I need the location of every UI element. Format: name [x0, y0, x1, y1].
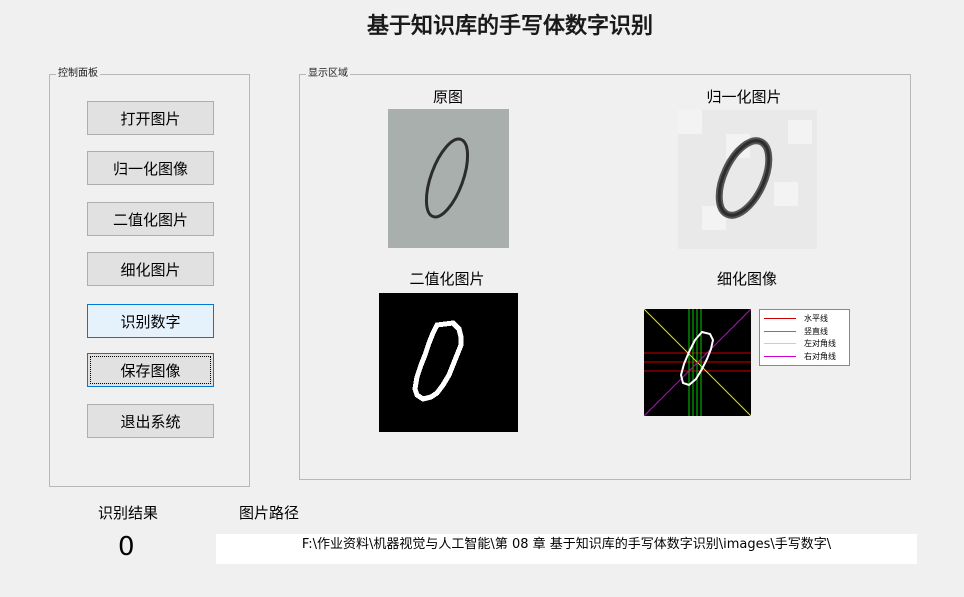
image-path-field: F:\作业资料\机器视觉与人工智能\第 08 章 基于知识库的手写体数字识别\i…: [216, 534, 917, 564]
binary-image: [379, 293, 518, 432]
normalize-image-button[interactable]: 归一化图像: [87, 151, 214, 185]
path-label: 图片路径: [239, 504, 300, 522]
normalized-image-label: 归一化图片: [706, 88, 782, 106]
normalized-image: [678, 110, 817, 249]
result-value: 0: [118, 532, 135, 562]
control-panel-legend: 控制面板: [56, 67, 100, 81]
legend-item-vertical: 竖直线: [760, 325, 849, 338]
original-image: [388, 109, 509, 248]
exit-system-button[interactable]: 退出系统: [87, 404, 214, 438]
legend-item-horizontal: 水平线: [760, 312, 849, 325]
save-image-button[interactable]: 保存图像: [87, 353, 214, 387]
line-legend: 水平线 竖直线 左对角线 右对角线: [759, 309, 850, 366]
result-label: 识别结果: [98, 504, 159, 522]
binarize-image-button[interactable]: 二值化图片: [87, 202, 214, 236]
legend-item-left-diagonal: 左对角线: [760, 337, 849, 350]
display-area-legend: 显示区域: [306, 67, 350, 81]
thinned-image: [644, 309, 751, 416]
recognize-digit-button[interactable]: 识别数字: [87, 304, 214, 338]
thin-image-button[interactable]: 细化图片: [87, 252, 214, 286]
legend-item-right-diagonal: 右对角线: [760, 350, 849, 363]
open-image-button[interactable]: 打开图片: [87, 101, 214, 135]
binary-image-label: 二值化图片: [409, 270, 485, 288]
original-image-label: 原图: [432, 88, 463, 106]
control-panel: 控制面板 打开图片 归一化图像 二值化图片 细化图片 识别数字 保存图像 退出系…: [49, 67, 250, 487]
app-title: 基于知识库的手写体数字识别: [366, 13, 653, 39]
thinned-image-label: 细化图像: [716, 270, 777, 288]
